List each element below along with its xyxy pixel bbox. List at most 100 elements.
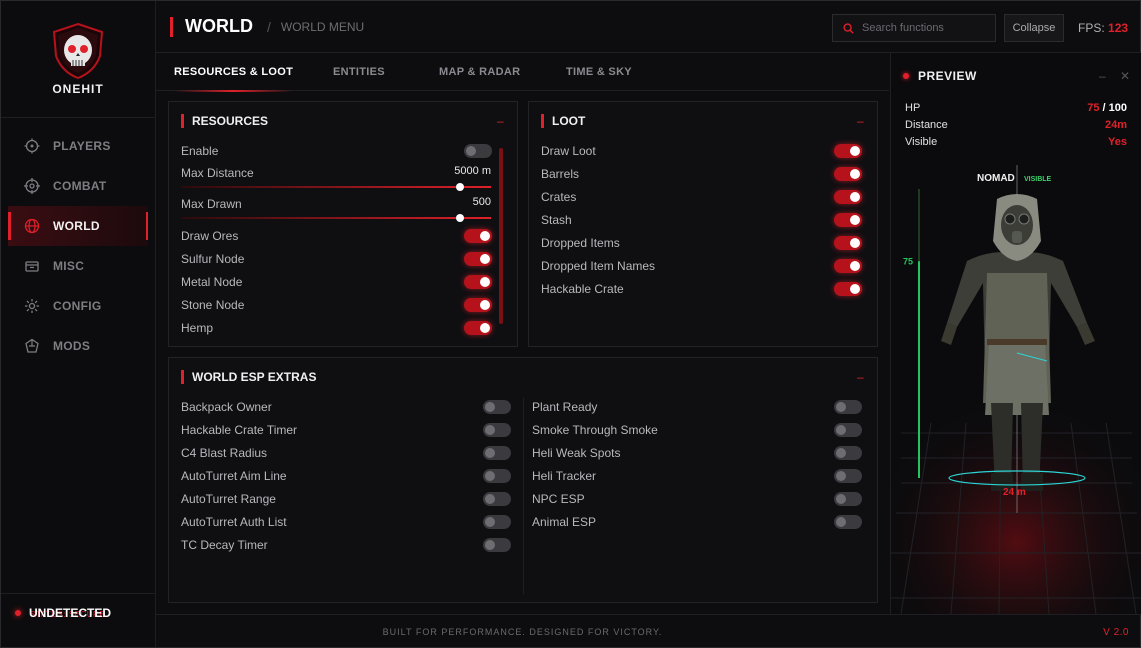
max-distance-slider[interactable] [181, 186, 491, 188]
fps-label: FPS: [1078, 21, 1105, 35]
tab-time-sky[interactable]: TIME & SKY [566, 53, 632, 91]
visible-label: Visible [905, 136, 938, 148]
toggle-label: TC Decay Timer [181, 538, 268, 552]
toggle-label: Metal Node [181, 275, 243, 289]
sidebar-item-misc[interactable]: MISC [1, 246, 155, 286]
dropped-items-toggle[interactable] [834, 236, 862, 250]
extras-collapse-button[interactable]: – [857, 370, 864, 384]
toggle-label: AutoTurret Range [181, 492, 276, 506]
hackable-crate-toggle[interactable] [834, 282, 862, 296]
barrels-toggle[interactable] [834, 167, 862, 181]
animal-esp-toggle[interactable] [834, 515, 862, 529]
plant-ready-toggle[interactable] [834, 400, 862, 414]
hp-label: HP [905, 102, 921, 114]
sidebar-item-label: MISC [53, 259, 85, 273]
sidebar-item-config[interactable]: CONFIG [1, 286, 155, 326]
hackable-crate-timer-toggle[interactable] [483, 423, 511, 437]
tc-decay-timer-toggle[interactable] [483, 538, 511, 552]
app-window: ONEHIT PLAYERS COMBAT WORLD MISC CONFIG … [0, 0, 1141, 648]
draw-ores-toggle[interactable] [464, 229, 492, 243]
autoturret-auth-list-toggle[interactable] [483, 515, 511, 529]
toggle-label: Hackable Crate [541, 282, 624, 296]
loot-collapse-button[interactable]: – [857, 114, 864, 128]
c4-blast-radius-toggle[interactable] [483, 446, 511, 460]
world-esp-extras-panel: WORLD ESP EXTRAS – Backpack Owner Hackab… [168, 357, 878, 603]
draw-loot-toggle[interactable] [834, 144, 862, 158]
sulfur-node-toggle[interactable] [464, 252, 492, 266]
smoke-through-smoke-toggle[interactable] [834, 423, 862, 437]
puzzle-icon [23, 337, 41, 355]
stone-node-toggle[interactable] [464, 298, 492, 312]
toggle-label: Plant Ready [532, 400, 598, 414]
autoturret-aim-line-toggle[interactable] [483, 469, 511, 483]
preview-header: PREVIEW [903, 69, 977, 83]
npc-esp-toggle[interactable] [834, 492, 862, 506]
max-distance-label: Max Distance [181, 166, 254, 180]
metal-node-toggle[interactable] [464, 275, 492, 289]
stash-toggle[interactable] [834, 213, 862, 227]
character-preview: 75 NOMAD VISIBLE 24 m [891, 165, 1141, 614]
preview-dot [903, 73, 909, 79]
sidebar-nav: PLAYERS COMBAT WORLD MISC CONFIG MODS [1, 126, 155, 366]
resources-header: RESOURCES [181, 114, 268, 128]
toggle-label: Crates [541, 190, 577, 204]
panel-accent-bar [181, 370, 184, 384]
tab-map-radar[interactable]: MAP & RADAR [439, 53, 520, 91]
hp-bar-label: 75 [903, 256, 913, 266]
search-icon [843, 22, 854, 34]
close-icon[interactable]: ✕ [1120, 69, 1130, 83]
gear-icon [23, 297, 41, 315]
fps-counter: FPS: 123 [1078, 21, 1128, 35]
toggle-label: Hemp [181, 321, 214, 335]
toggle-label: C4 Blast Radius [181, 446, 268, 460]
backpack-owner-toggle[interactable] [483, 400, 511, 414]
tab-bar: RESOURCES & LOOT ENTITIES MAP & RADAR TI… [156, 53, 889, 92]
heli-weak-spots-toggle[interactable] [834, 446, 862, 460]
crates-toggle[interactable] [834, 190, 862, 204]
tab-entities[interactable]: ENTITIES [333, 53, 385, 91]
status-dot [15, 610, 21, 616]
toggle-label: Draw Loot [541, 144, 596, 158]
visible-value: Yes [1108, 136, 1127, 148]
toggle-label: Sulfur Node [181, 252, 245, 266]
panel-accent-bar [181, 114, 184, 128]
toggle-label: Barrels [541, 167, 580, 181]
sidebar-item-label: CONFIG [53, 299, 102, 313]
visible-tag: VISIBLE [1024, 176, 1052, 183]
globe-icon [23, 217, 41, 235]
toggle-label: Dropped Items [541, 236, 620, 250]
max-drawn-value: 500 [472, 196, 491, 208]
max-drawn-label: Max Drawn [181, 197, 242, 211]
toggle-label: Hackable Crate Timer [181, 423, 298, 437]
toggle-label: Dropped Item Names [541, 259, 656, 273]
tab-resources-loot[interactable]: RESOURCES & LOOT [174, 53, 294, 92]
crosshair-icon [23, 137, 41, 155]
max-drawn-slider[interactable] [181, 217, 491, 219]
distance-value: 24m [1104, 119, 1127, 131]
enable-toggle[interactable] [464, 144, 492, 158]
dropped-item-names-toggle[interactable] [834, 259, 862, 273]
sidebar-item-label: PLAYERS [53, 139, 111, 153]
max-distance-slider-thumb[interactable] [456, 183, 464, 191]
loot-title: LOOT [552, 114, 586, 128]
toggle-label: Heli Weak Spots [532, 446, 621, 460]
sidebar-item-combat[interactable]: COMBAT [1, 166, 155, 206]
sidebar-item-world[interactable]: WORLD [8, 206, 148, 246]
minimize-icon[interactable]: – [1099, 69, 1106, 83]
hp-value: 75 / 100 [1087, 102, 1127, 114]
sidebar-item-mods[interactable]: MODS [1, 326, 155, 366]
max-drawn-slider-thumb[interactable] [456, 214, 464, 222]
distance-stat: Distance 24m [905, 119, 1127, 131]
autoturret-range-toggle[interactable] [483, 492, 511, 506]
loot-header: LOOT [541, 114, 585, 128]
collapse-button[interactable]: Collapse [1004, 14, 1064, 42]
heli-tracker-toggle[interactable] [834, 469, 862, 483]
page-title: WORLD [185, 16, 253, 36]
hemp-toggle[interactable] [464, 321, 492, 335]
resources-scrollbar[interactable] [499, 148, 503, 324]
resources-collapse-button[interactable]: – [497, 114, 504, 128]
search-input[interactable] [862, 22, 992, 34]
sidebar-item-players[interactable]: PLAYERS [1, 126, 155, 166]
preview-title: PREVIEW [918, 69, 977, 83]
extras-title: WORLD ESP EXTRAS [192, 370, 317, 384]
